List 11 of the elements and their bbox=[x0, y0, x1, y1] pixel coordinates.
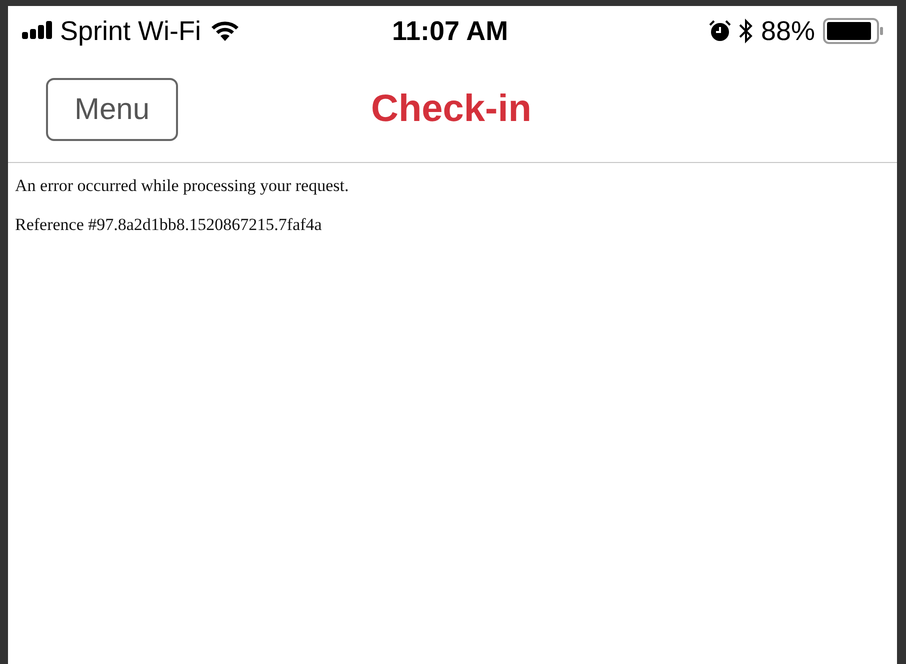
error-message: Reference #97.8a2d1bb8.1520867215.7faf4a bbox=[15, 214, 323, 236]
carrier-name: Sprint Wi-Fi bbox=[60, 14, 201, 48]
page-title: Check-in bbox=[371, 86, 532, 132]
battery-percentage: 88% bbox=[760, 14, 815, 48]
alarm-clock-icon bbox=[708, 20, 731, 42]
wifi-icon bbox=[211, 20, 239, 42]
status-time: 11:07 AM bbox=[392, 14, 508, 48]
menu-button[interactable]: Menu bbox=[46, 78, 178, 140]
error-message: An error occurred while processing your request. bbox=[15, 175, 350, 197]
bluetooth-icon bbox=[738, 18, 753, 44]
battery-icon bbox=[823, 18, 883, 44]
